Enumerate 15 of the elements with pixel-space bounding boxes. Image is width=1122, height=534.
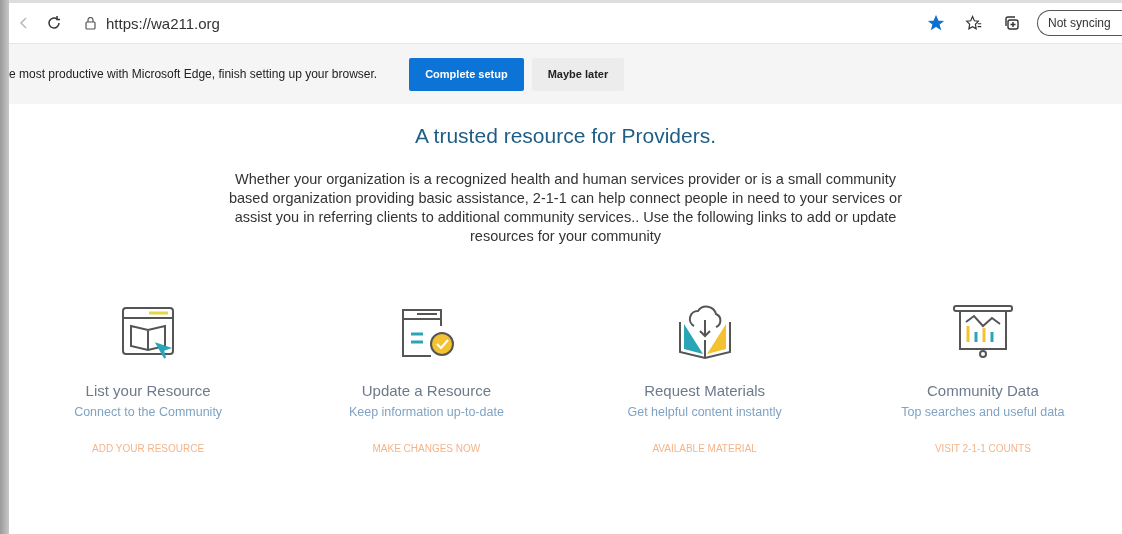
card-title: Update a Resource [361, 382, 491, 399]
card-subtitle: Get helpful content instantly [627, 405, 782, 419]
complete-setup-button[interactable]: Complete setup [409, 57, 524, 91]
page-heading: A trusted resource for Providers. [414, 124, 717, 148]
card-title: Request Materials [644, 382, 766, 399]
infobar-message: e most productive with Microsoft Edge, finish setting up your browser. [9, 67, 378, 81]
address-bar[interactable]: https://wa211.org [106, 14, 220, 32]
card-subtitle: Connect to the Community [74, 405, 223, 419]
card-title: Community Data [927, 382, 1039, 399]
card-subtitle: Keep information up-to-date [348, 405, 504, 419]
dismiss-button[interactable]: Maybe later [531, 57, 625, 91]
card-title: List your Resource [85, 382, 211, 399]
lock-icon [85, 16, 96, 30]
card-subtitle: Top searches and useful data [901, 405, 1065, 419]
intro-paragraph: Whether your organization is a recognized health and human services provider or is a small community based organization providing basic assistance, 2-1-1 can help connect people in need to your services or assist you in referring clients to additional community services.. Use the following links to add or update resources for your community [227, 170, 903, 246]
